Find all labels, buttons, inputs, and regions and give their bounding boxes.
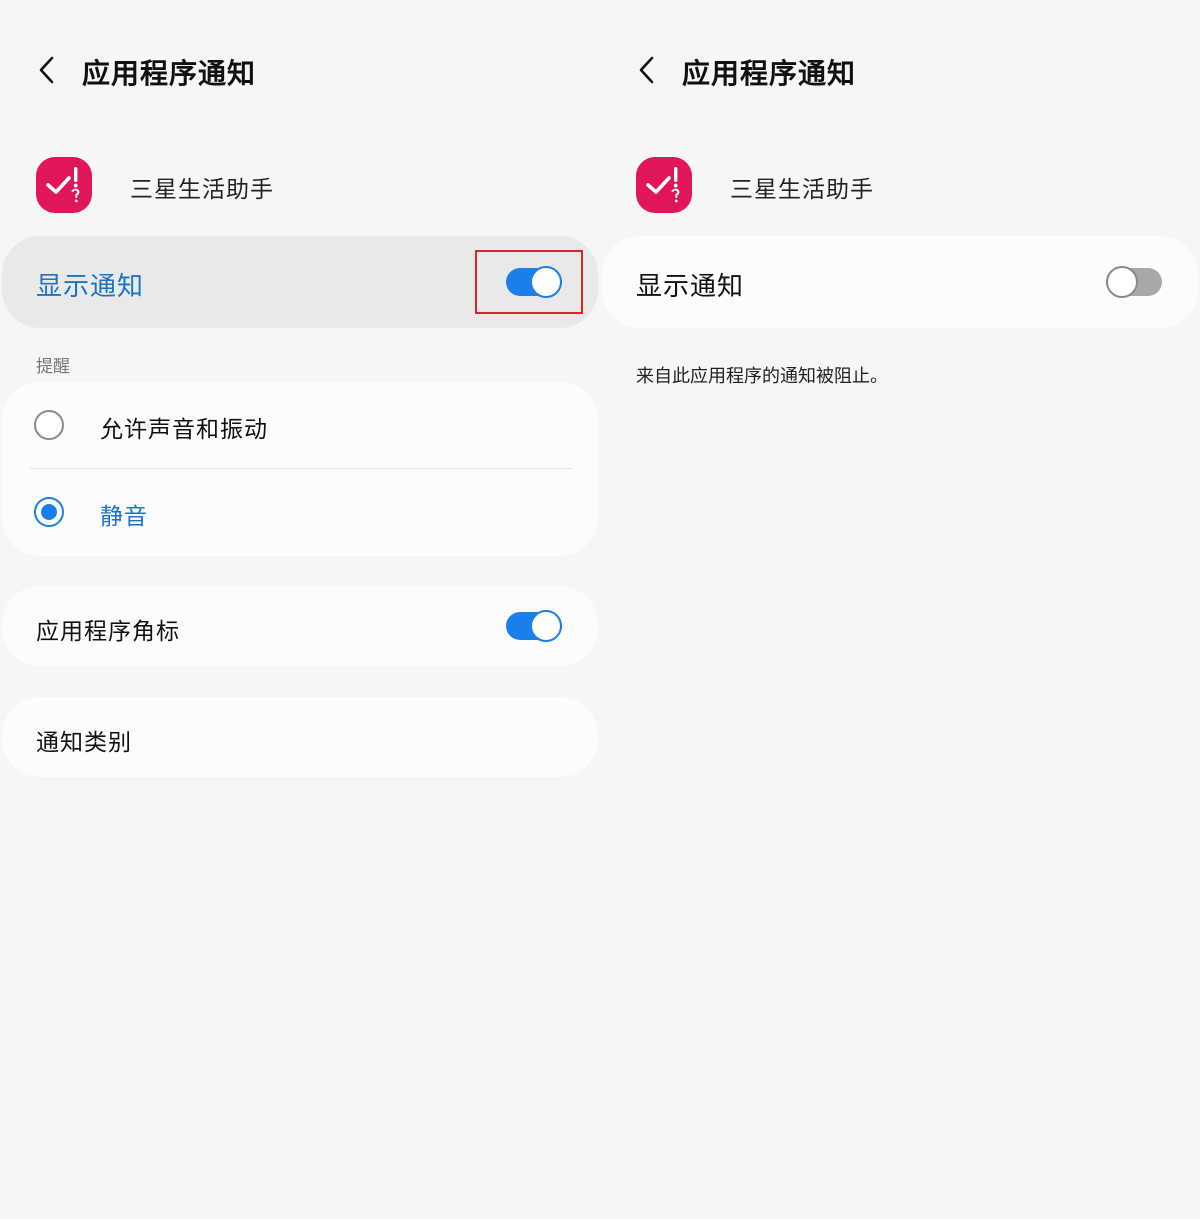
notification-categories-label: 通知类别 bbox=[36, 730, 132, 756]
show-notifications-toggle[interactable] bbox=[1106, 266, 1162, 298]
notification-categories-row[interactable]: 通知类别 bbox=[2, 697, 598, 777]
notification-settings-panel-left: 应用程序通知 三星生活助手 显示通知 提醒 允许声音和振动 静音 应用程序角标 … bbox=[0, 0, 600, 1219]
app-name: 三星生活助手 bbox=[730, 177, 874, 203]
radio-option-silent[interactable]: 静音 bbox=[2, 469, 598, 556]
back-button[interactable] bbox=[30, 52, 66, 88]
app-icon bbox=[636, 157, 692, 213]
app-badge-toggle[interactable] bbox=[506, 610, 562, 642]
alert-options-card: 允许声音和振动 静音 bbox=[2, 382, 598, 556]
radio-option-sound-vibrate[interactable]: 允许声音和振动 bbox=[2, 382, 598, 469]
app-badge-row[interactable]: 应用程序角标 bbox=[2, 586, 598, 666]
page-title: 应用程序通知 bbox=[682, 57, 857, 90]
app-info: 三星生活助手 bbox=[636, 157, 1176, 215]
highlight-annotation bbox=[475, 250, 583, 314]
app-name: 三星生活助手 bbox=[130, 177, 274, 203]
blocked-message: 来自此应用程序的通知被阻止。 bbox=[636, 366, 888, 387]
show-notifications-label: 显示通知 bbox=[36, 272, 145, 302]
page-title: 应用程序通知 bbox=[82, 57, 257, 90]
section-label-alerts: 提醒 bbox=[36, 357, 70, 377]
back-button[interactable] bbox=[630, 52, 666, 88]
radio-button[interactable] bbox=[34, 497, 64, 527]
radio-label: 允许声音和振动 bbox=[100, 417, 268, 443]
header: 应用程序通知 bbox=[600, 40, 1200, 102]
show-notifications-label: 显示通知 bbox=[636, 272, 745, 302]
chevron-left-icon bbox=[39, 56, 54, 84]
toggle-knob bbox=[530, 610, 562, 642]
chevron-left-icon bbox=[639, 56, 654, 84]
check-exclamation-question-icon bbox=[46, 167, 80, 203]
header: 应用程序通知 bbox=[0, 40, 600, 102]
check-exclamation-question-icon bbox=[646, 167, 680, 203]
app-info: 三星生活助手 bbox=[36, 157, 576, 215]
show-notifications-row[interactable]: 显示通知 bbox=[602, 236, 1198, 328]
app-badge-label: 应用程序角标 bbox=[36, 619, 180, 645]
app-icon bbox=[36, 157, 92, 213]
notification-settings-panel-right: 应用程序通知 三星生活助手 显示通知 来自此应用程序的通知被阻止。 bbox=[600, 0, 1200, 1219]
radio-button[interactable] bbox=[34, 410, 64, 440]
radio-label: 静音 bbox=[100, 504, 148, 530]
toggle-knob bbox=[1106, 266, 1138, 298]
